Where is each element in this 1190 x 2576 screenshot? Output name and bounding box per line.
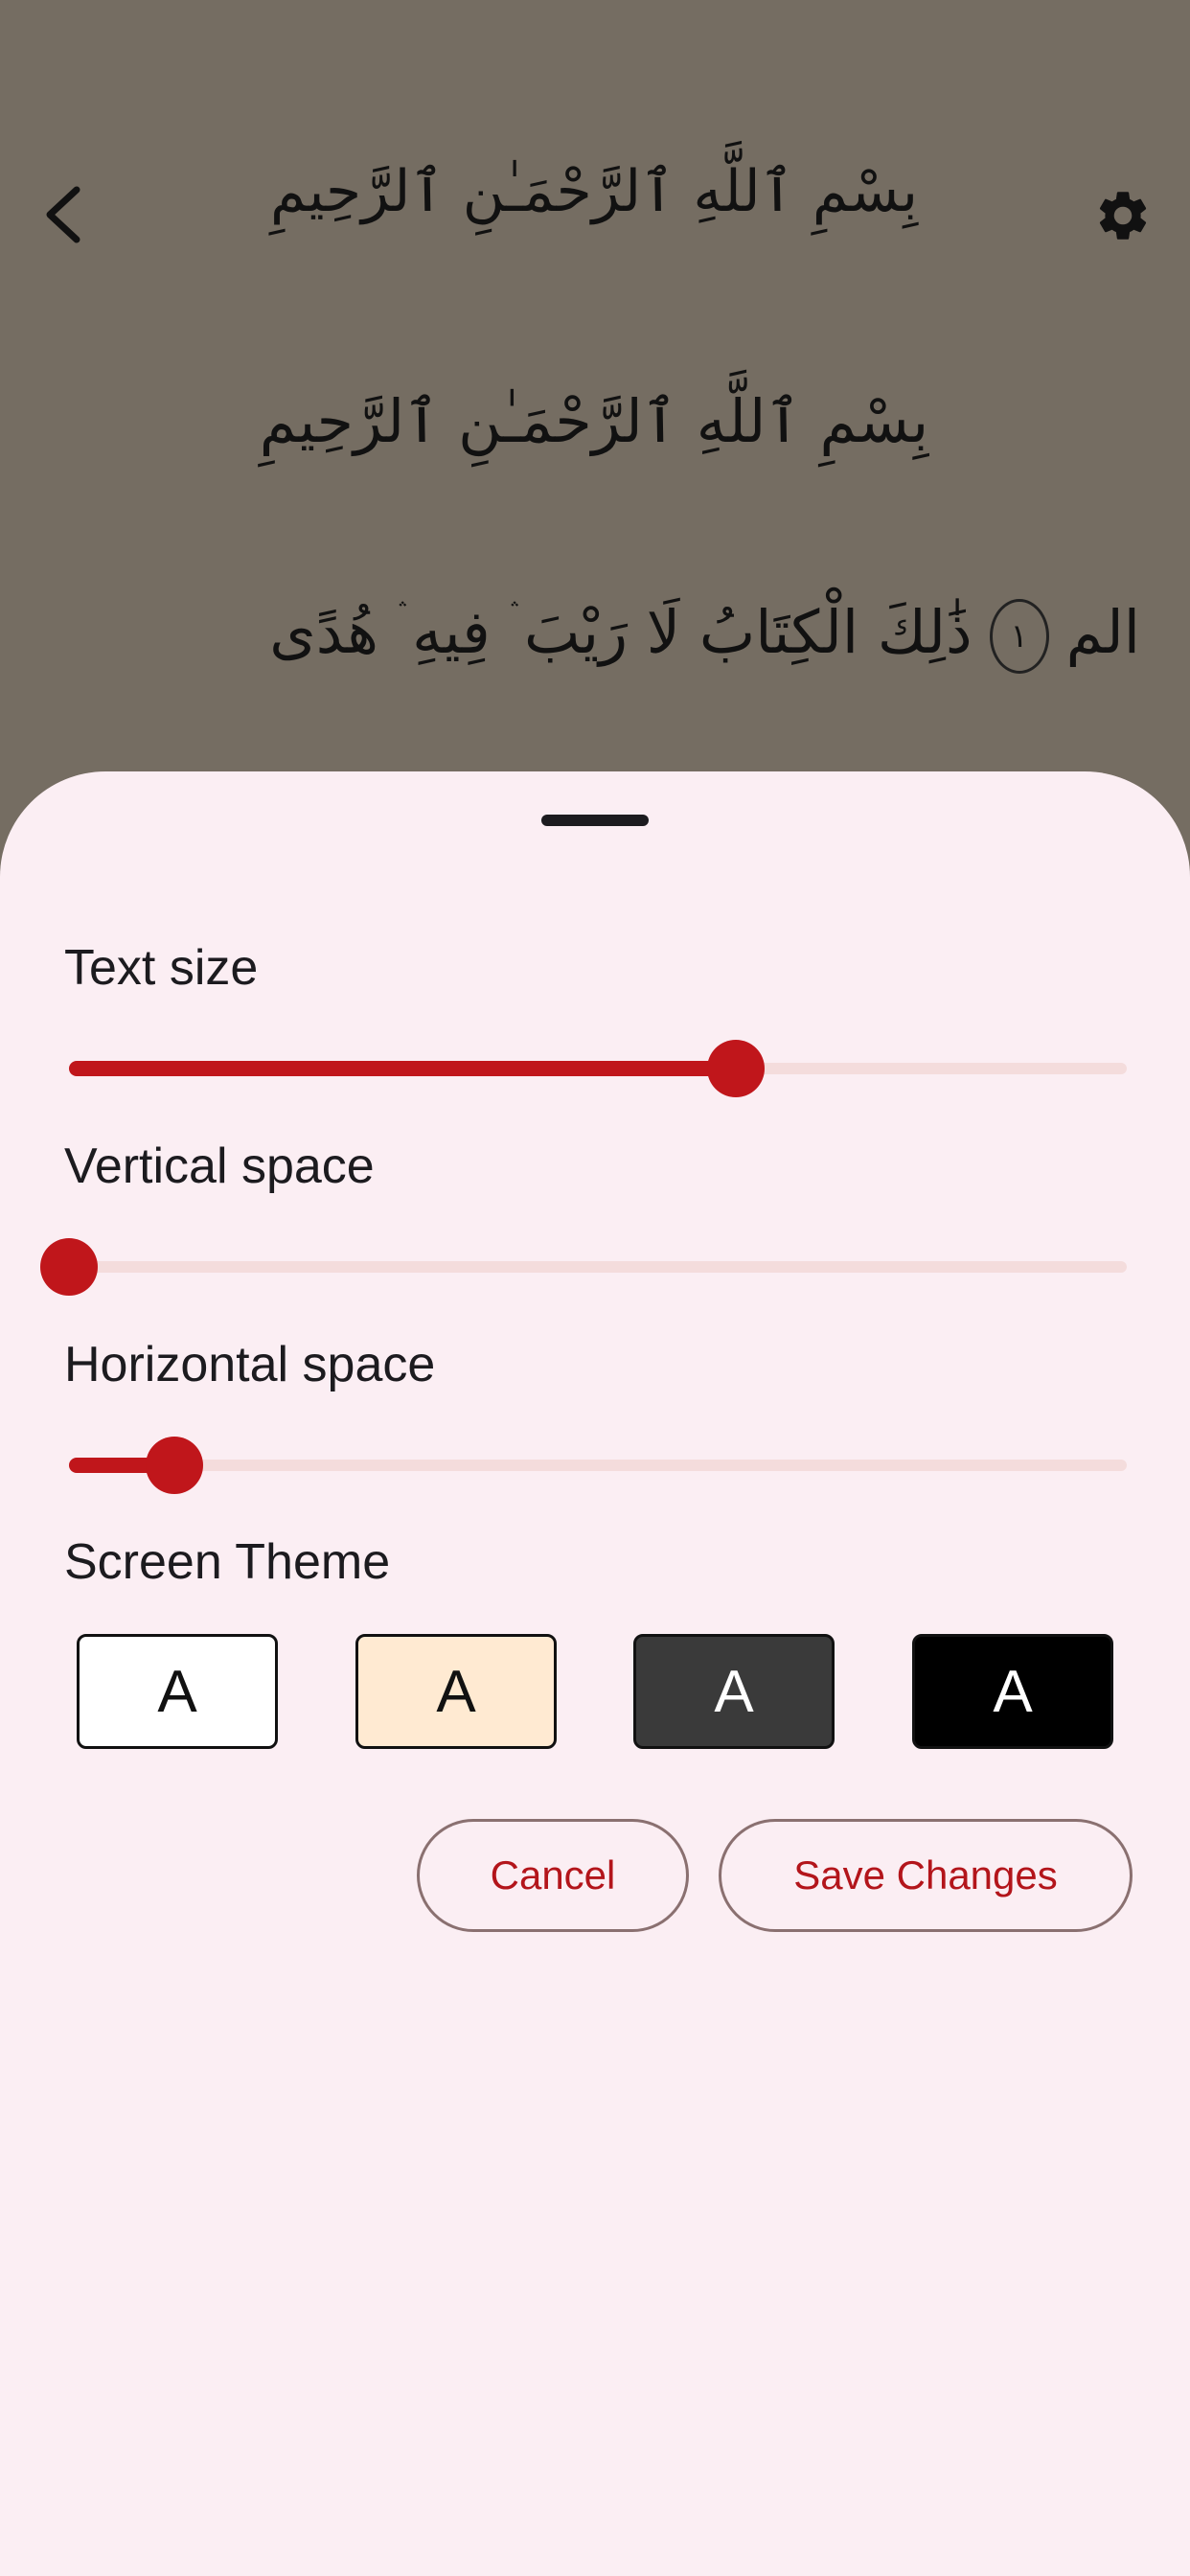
- slider-track: [69, 1261, 1127, 1273]
- text-size-slider[interactable]: [57, 1035, 1127, 1102]
- slider-thumb[interactable]: [40, 1238, 98, 1296]
- theme-option-black[interactable]: A: [912, 1634, 1113, 1749]
- theme-options: A A A A: [77, 1634, 1113, 1749]
- verse-1-text: الم: [1065, 597, 1140, 667]
- slider-track: [69, 1460, 1127, 1471]
- theme-option-dark[interactable]: A: [633, 1634, 835, 1749]
- app-bar: بِسْمِ ٱللَّهِ ٱلرَّحْمَـٰنِ ٱلرَّحِيمِ: [0, 105, 1190, 307]
- screen-theme-label: Screen Theme: [64, 1534, 391, 1590]
- verse-2-text: ذَٰلِكَ الْكِتَابُ لَا رَيْبَ ۛ فِيهِ ۛ …: [269, 597, 973, 667]
- basmala: بِسْمِ ٱللَّهِ ٱلرَّحْمَـٰنِ ٱلرَّحِيمِ: [259, 386, 929, 456]
- back-button[interactable]: [33, 174, 94, 255]
- slider-thumb[interactable]: [706, 1040, 765, 1097]
- drag-handle[interactable]: [541, 815, 649, 826]
- chevron-left-icon: [46, 186, 80, 243]
- theme-option-white[interactable]: A: [77, 1634, 278, 1749]
- verse-number-marker: ١: [989, 598, 1049, 674]
- horizontal-space-slider[interactable]: [57, 1432, 1127, 1499]
- horizontal-space-label: Horizontal space: [64, 1337, 436, 1392]
- gear-icon: [1099, 192, 1147, 240]
- slider-active-track: [69, 1061, 736, 1076]
- surah-title: بِسْمِ ٱللَّهِ ٱلرَّحْمَـٰنِ ٱلرَّحِيمِ: [269, 158, 919, 225]
- settings-bottom-sheet: Text size Vertical space Horizontal spac…: [0, 771, 1190, 2576]
- settings-button[interactable]: [1087, 172, 1158, 259]
- save-changes-button[interactable]: Save Changes: [719, 1819, 1133, 1932]
- slider-thumb[interactable]: [146, 1437, 204, 1494]
- verse-line: الم١ذَٰلِكَ الْكِتَابُ لَا رَيْبَ ۛ فِيه…: [115, 575, 1140, 690]
- text-size-label: Text size: [64, 940, 259, 996]
- cancel-button[interactable]: Cancel: [417, 1819, 689, 1932]
- theme-option-sepia[interactable]: A: [355, 1634, 557, 1749]
- vertical-space-label: Vertical space: [64, 1138, 375, 1194]
- vertical-space-slider[interactable]: [40, 1233, 1127, 1300]
